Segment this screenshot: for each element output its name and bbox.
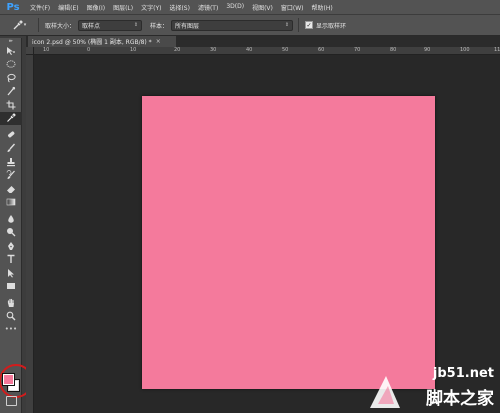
lasso-tool-icon[interactable]: [0, 71, 22, 85]
menu-window[interactable]: 窗口(W): [277, 3, 308, 12]
ruler-vertical: [26, 47, 34, 413]
eyedropper-icon: [13, 20, 23, 30]
ruler-number: 10: [43, 47, 50, 53]
ruler-number: 10: [130, 47, 137, 53]
tools-panel: ▸▸ •••: [0, 38, 22, 413]
tool-preset-picker[interactable]: ▾: [8, 17, 30, 33]
ruler-number: 70: [354, 47, 361, 53]
document-tab-title: icon 2.psd @ 50% (椭圆 1 副本, RGB/8) *: [32, 39, 152, 46]
watermark-logo-icon: [370, 376, 400, 408]
clone-stamp-tool-icon[interactable]: [0, 155, 22, 169]
ruler-horizontal: 10 0 10 20 30 40 50 60 70 80 90 100 110: [34, 47, 500, 55]
document-tab-bar: icon 2.psd @ 50% (椭圆 1 副本, RGB/8) * ×: [26, 36, 500, 47]
watermark-name: 脚本之家: [426, 389, 494, 409]
ruler-number: 80: [390, 47, 397, 53]
menu-help[interactable]: 帮助(H): [308, 3, 337, 12]
gradient-tool-icon[interactable]: [0, 196, 22, 210]
brush-tool-icon[interactable]: [0, 142, 22, 156]
menu-3d[interactable]: 3D(D): [222, 3, 248, 12]
quick-mask-icon[interactable]: [6, 396, 17, 406]
dropdown-arrow-icon: ⇕: [284, 22, 290, 28]
document-tab[interactable]: icon 2.psd @ 50% (椭圆 1 副本, RGB/8) * ×: [28, 36, 176, 47]
ruler-number: 30: [210, 47, 217, 53]
sample-label: 样本：: [150, 22, 169, 30]
options-bar: ▾ 取样大小： 取样点 ⇕ 样本： 所有图层 ⇕ ✓ 显示取样环: [0, 14, 500, 36]
path-selection-tool-icon[interactable]: [0, 266, 22, 280]
sample-size-select[interactable]: 取样点 ⇕: [78, 19, 143, 31]
ruler-number: 60: [318, 47, 325, 53]
ruler-number: 40: [246, 47, 253, 53]
sample-value: 所有图层: [175, 22, 200, 30]
menu-image[interactable]: 图像(I): [83, 3, 109, 12]
ruler-number: 50: [282, 47, 289, 53]
ruler-number: 110: [494, 47, 500, 53]
menu-file[interactable]: 文件(F): [26, 3, 54, 12]
marquee-tool-icon[interactable]: [0, 58, 22, 72]
document-canvas[interactable]: [142, 96, 435, 389]
eyedropper-tool-icon[interactable]: [0, 111, 22, 125]
close-icon[interactable]: ×: [156, 38, 161, 45]
pen-tool-icon[interactable]: [0, 239, 22, 253]
sample-size-value: 取样点: [82, 22, 101, 30]
ruler-number: 90: [424, 47, 431, 53]
rectangle-tool-icon[interactable]: [0, 280, 22, 294]
ruler-number: 20: [174, 47, 181, 53]
zoom-tool-icon[interactable]: [0, 310, 22, 324]
ruler-number: 0: [87, 47, 91, 53]
menu-type[interactable]: 文字(Y): [137, 3, 165, 12]
chevron-down-icon: ▾: [23, 22, 27, 28]
menu-layer[interactable]: 图层(L): [109, 3, 137, 12]
watermark: jb51.net 脚本之家: [366, 366, 500, 413]
hand-tool-icon[interactable]: [0, 296, 22, 310]
dodge-tool-icon[interactable]: [0, 226, 22, 240]
ruler-number: 100: [460, 47, 470, 53]
ruler-origin[interactable]: [26, 47, 34, 55]
spot-healing-tool-icon[interactable]: [0, 128, 22, 142]
move-tool-icon[interactable]: [0, 44, 22, 58]
menu-bar: Ps 文件(F) 编辑(E) 图像(I) 图层(L) 文字(Y) 选择(S) 滤…: [0, 0, 500, 14]
menu-view[interactable]: 视图(V): [248, 3, 277, 12]
quick-selection-tool-icon[interactable]: [0, 85, 22, 99]
divider: [298, 18, 300, 32]
history-brush-tool-icon[interactable]: [0, 169, 22, 183]
eraser-tool-icon[interactable]: [0, 182, 22, 196]
menu-items: 文件(F) 编辑(E) 图像(I) 图层(L) 文字(Y) 选择(S) 滤镜(T…: [26, 3, 337, 12]
show-sampling-ring-label: 显示取样环: [316, 22, 347, 30]
menu-filter[interactable]: 滤镜(T): [194, 3, 222, 12]
blur-tool-icon[interactable]: [0, 212, 22, 226]
more-tools-icon[interactable]: •••: [0, 323, 22, 337]
divider: [38, 18, 39, 32]
sample-select[interactable]: 所有图层 ⇕: [171, 19, 294, 31]
sample-size-label: 取样大小：: [45, 22, 76, 30]
show-sampling-ring-checkbox[interactable]: ✓: [305, 21, 314, 29]
dropdown-arrow-icon: ⇕: [133, 22, 139, 28]
crop-tool-icon[interactable]: [0, 98, 22, 112]
photoshop-logo: Ps: [6, 1, 20, 13]
foreground-color-swatch[interactable]: [2, 373, 15, 386]
watermark-site: jb51.net: [432, 366, 494, 381]
type-tool-icon[interactable]: [0, 253, 22, 267]
menu-edit[interactable]: 编辑(E): [54, 3, 82, 12]
menu-select[interactable]: 选择(S): [165, 3, 194, 12]
